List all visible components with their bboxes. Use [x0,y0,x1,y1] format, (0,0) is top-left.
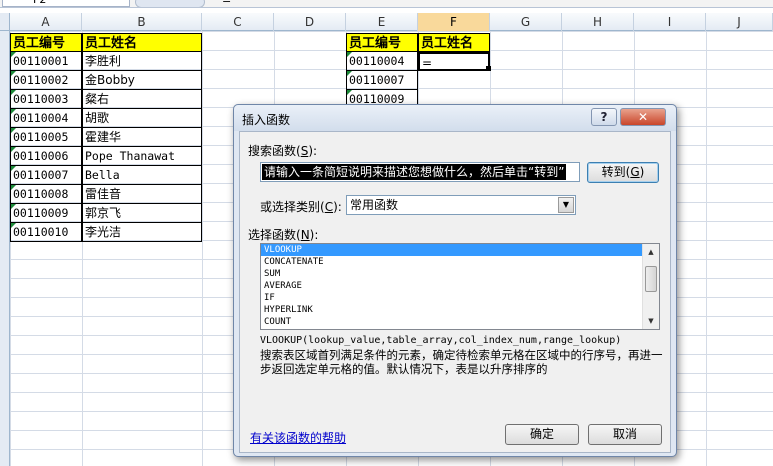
function-list-scrollbar[interactable]: ▲ ▼ [642,244,659,329]
cell-id[interactable]: 00110007 [10,166,82,185]
cell-name[interactable]: 雷佳音 [82,185,202,204]
fill-handle[interactable] [486,66,491,71]
lookup-cell-id[interactable]: 00110007 [346,71,418,90]
cell-name[interactable]: 郭京飞 [82,204,202,223]
function-item[interactable]: HYPERLINK [261,304,643,316]
column-header-j[interactable]: J [706,13,773,31]
function-description: 搜索表区域首列满足条件的元素，确定待检索单元格在区域中的行序号，再进一步返回选定… [260,348,663,376]
gridline [706,31,707,466]
cell-id[interactable]: 00110005 [10,128,82,147]
cell-name[interactable]: 粲右 [82,90,202,109]
help-icon[interactable]: ? [591,108,617,126]
select-all-corner[interactable] [0,13,10,31]
column-header-b[interactable]: B [82,13,202,31]
cell-id[interactable]: 00110009 [10,204,82,223]
function-item[interactable]: COUNT [261,316,643,328]
column-header-f[interactable]: F [418,13,490,31]
cell-name[interactable]: 李胜利 [82,52,202,71]
function-syntax: VLOOKUP(lookup_value,table_array,col_ind… [260,335,622,346]
formula-bar: F2 = [0,0,773,8]
close-icon[interactable]: ✕ [620,108,666,126]
column-header-i[interactable]: I [634,13,706,31]
category-label: 或选择类别(C): [260,200,342,214]
cell-id[interactable]: 00110010 [10,223,82,242]
dialog-title: 插入函数 [242,113,291,127]
search-label: 搜索函数(S): [248,144,318,158]
column-header-c[interactable]: C [202,13,274,31]
cell-id[interactable]: 00110001 [10,52,82,71]
cell-name[interactable]: Bella [82,166,202,185]
cell-name[interactable]: 胡歌 [82,109,202,128]
cell-name[interactable]: 霍建华 [82,128,202,147]
scroll-up-icon[interactable]: ▲ [643,244,659,260]
dialog-title-bar[interactable]: 插入函数 ? ✕ [234,105,676,131]
category-value: 常用函数 [350,198,399,212]
cell-id[interactable]: 00110006 [10,147,82,166]
row-header-strip[interactable] [0,31,10,466]
category-select[interactable]: 常用函数 ▼ [346,195,576,215]
search-input[interactable]: 请输入一条简短说明来描述您想做什么，然后单击“转到” [260,162,580,182]
column-header-g[interactable]: G [490,13,562,31]
active-cell-f2[interactable]: = [418,52,490,71]
name-box[interactable]: F2 [2,0,130,7]
ok-button[interactable]: 确定 [505,424,579,445]
function-item[interactable]: CONCATENATE [261,256,643,268]
cell-id[interactable]: 00110008 [10,185,82,204]
function-item[interactable]: SUM [261,268,643,280]
header-cell-employee-name[interactable]: 员工姓名 [82,33,202,52]
column-header-d[interactable]: D [274,13,346,31]
search-input-text: 请输入一条简短说明来描述您想做什么，然后单击“转到” [262,164,567,180]
header-cell-employee-id[interactable]: 员工编号 [10,33,82,52]
dialog-body: 搜索函数(S): 请输入一条简短说明来描述您想做什么，然后单击“转到” 转到(G… [239,131,671,453]
cell-name[interactable]: 李光洁 [82,223,202,242]
gridline [202,31,203,466]
lookup-header-employee-name[interactable]: 员工姓名 [418,33,490,52]
function-list[interactable]: VLOOKUP CONCATENATE SUM AVERAGE IF HYPER… [260,243,660,330]
function-help-link[interactable]: 有关该函数的帮助 [250,429,346,446]
function-item[interactable]: IF [261,292,643,304]
functions-label: 选择函数(N): [248,228,319,242]
go-button[interactable]: 转到(G) [587,162,659,183]
insert-function-dialog: 插入函数 ? ✕ 搜索函数(S): 请输入一条简短说明来描述您想做什么，然后单击… [233,104,677,457]
cell-name[interactable]: Pope Thanawat [82,147,202,166]
cell-id[interactable]: 00110002 [10,71,82,90]
formula-input[interactable]: = [222,0,231,7]
cell-id[interactable]: 00110003 [10,90,82,109]
scroll-down-icon[interactable]: ▼ [643,313,659,329]
function-item-selected[interactable]: VLOOKUP [261,244,643,256]
column-header-h[interactable]: H [562,13,634,31]
chevron-down-icon[interactable]: ▼ [558,197,574,213]
column-header-a[interactable]: A [10,13,82,31]
formula-buttons[interactable] [135,0,205,7]
lookup-cell-id[interactable]: 00110004 [346,52,418,71]
cell-id[interactable]: 00110004 [10,109,82,128]
cancel-button[interactable]: 取消 [588,424,662,445]
function-item[interactable]: AVERAGE [261,280,643,292]
lookup-header-employee-id[interactable]: 员工编号 [346,33,418,52]
column-header-e[interactable]: E [346,13,418,31]
scroll-thumb[interactable] [645,266,657,292]
cell-name[interactable]: 金Bobby [82,71,202,90]
